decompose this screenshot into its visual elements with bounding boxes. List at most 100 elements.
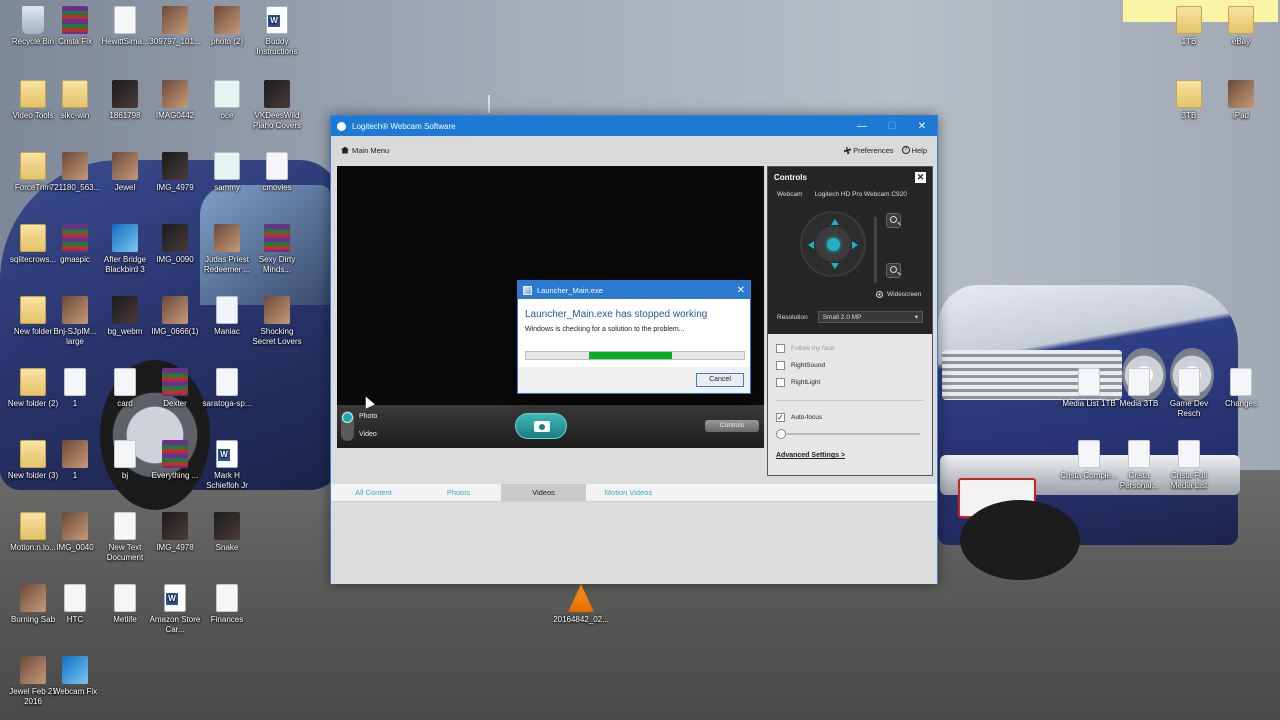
doc-icon <box>1178 440 1200 468</box>
tab-motion-videos[interactable]: Motion Videos <box>586 484 671 501</box>
dialog-title: Launcher_Main.exe <box>537 285 603 295</box>
tab-videos[interactable]: Videos <box>501 484 586 501</box>
pan-tilt-pad[interactable] <box>800 211 866 277</box>
zoom-in-button[interactable] <box>886 213 901 228</box>
desktop-icon[interactable]: Amazon Store Car... <box>146 584 204 635</box>
desktop-icon[interactable]: Buddy Instructions <box>248 6 306 57</box>
doc-icon <box>64 584 86 612</box>
desktop-icon[interactable]: IMG_4978 <box>146 512 204 553</box>
wallpaper-pole <box>488 95 490 113</box>
option-row[interactable]: RightLight <box>776 374 924 391</box>
zoom-out-icon <box>890 266 897 273</box>
autofocus-option[interactable]: ✓ Auto-focus <box>776 409 924 426</box>
preferences-button[interactable]: Preferences <box>844 146 894 155</box>
resolution-select[interactable]: Small 2.0 MP ▾ <box>817 311 923 323</box>
desktop-icon[interactable]: Webcam Fix <box>46 656 104 697</box>
dark-icon <box>112 80 138 108</box>
desktop-icon[interactable]: cmovies <box>248 152 306 193</box>
zoom-slider[interactable] <box>874 217 877 283</box>
option-row[interactable]: Follow my face <box>776 340 924 357</box>
folder-icon <box>1228 6 1254 34</box>
menu-bar: Main Menu Preferences ? Help <box>331 136 937 164</box>
desktop-icon[interactable]: IMAG0442 <box>146 80 204 121</box>
controls-button[interactable]: Controls <box>705 420 759 432</box>
tilt-down-icon[interactable] <box>831 263 839 269</box>
controls-close-button[interactable]: ✕ <box>915 171 926 183</box>
gallery-area <box>331 502 937 584</box>
widescreen-radio[interactable] <box>876 291 883 298</box>
folder-icon <box>20 512 46 540</box>
advanced-settings-link[interactable]: Advanced Settings > <box>776 452 924 459</box>
focus-slider-thumb[interactable] <box>776 429 786 439</box>
zoom-out-button[interactable] <box>886 263 901 278</box>
option-checkbox[interactable] <box>776 361 785 370</box>
capture-button[interactable] <box>515 413 567 439</box>
desktop-icon[interactable]: 1TB <box>1160 6 1218 47</box>
desktop-icon[interactable]: iPad <box>1212 80 1270 121</box>
desktop-icon-label: Crista Full Media List <box>1170 471 1208 490</box>
option-checkbox[interactable] <box>776 344 785 353</box>
doc-icon <box>114 368 136 396</box>
desktop-icon[interactable]: 309797_101... <box>146 6 204 47</box>
desktop-icon[interactable]: Shocking Secret Lovers <box>248 296 306 347</box>
dialog-titlebar[interactable]: Launcher_Main.exe ✕ <box>518 281 750 299</box>
option-checkbox[interactable] <box>776 378 785 387</box>
desktop-icon[interactable]: IMG_0666(1) <box>146 296 204 337</box>
doc-icon <box>216 584 238 612</box>
desktop-icon[interactable]: Everything ... <box>146 440 204 481</box>
desktop-icon-label: 309797_101... <box>149 37 201 46</box>
folder-icon <box>20 296 46 324</box>
cancel-button[interactable]: Cancel <box>696 373 744 387</box>
folder-icon <box>20 152 46 180</box>
wallpaper-wheel-right <box>960 500 1080 580</box>
desktop-icon-label: Webcam Fix <box>52 687 98 696</box>
doc-icon <box>114 512 136 540</box>
widescreen-option[interactable]: Widescreen <box>876 291 921 298</box>
webcam-select[interactable]: Logitech HD Pro Webcam C920 <box>815 191 907 198</box>
desktop-icon[interactable]: VKDeesWild Piano Covers <box>248 80 306 131</box>
desktop-icon-label: cmovies <box>262 183 292 192</box>
desktop-icon[interactable]: 20164842_02... <box>552 584 610 625</box>
mode-video-label[interactable]: Video <box>359 431 377 438</box>
minimize-button[interactable]: — <box>847 121 877 132</box>
desktop-icon-label: Everything ... <box>151 471 199 480</box>
tab-photos[interactable]: Photos <box>416 484 501 501</box>
toggle-knob <box>342 412 353 423</box>
dialog-close-button[interactable]: ✕ <box>737 285 745 296</box>
desktop-icon-label: Buddy Instructions <box>256 37 298 56</box>
help-button[interactable]: ? Help <box>901 146 927 155</box>
desktop-icon[interactable]: IMG_0090 <box>146 224 204 265</box>
divider <box>776 400 924 401</box>
doc-icon <box>114 440 136 468</box>
pan-tilt-reset-button[interactable] <box>827 238 840 251</box>
desktop-icon[interactable]: Crista Full Media List <box>1160 440 1218 491</box>
desktop-icon[interactable]: Snake <box>198 512 256 553</box>
pan-right-icon[interactable] <box>852 241 858 249</box>
desktop-icon[interactable]: Sexy Dirty Minds... <box>248 224 306 275</box>
mode-photo-label[interactable]: Photo <box>359 413 377 420</box>
dark-icon <box>112 296 138 324</box>
desktop-icon[interactable]: IMG_4979 <box>146 152 204 193</box>
desktop-icon[interactable]: eBay <box>1212 6 1270 47</box>
main-menu-button[interactable]: Main Menu <box>341 146 389 155</box>
maximize-button[interactable]: ☐ <box>877 121 907 132</box>
focus-slider[interactable] <box>776 428 924 446</box>
desktop-icon[interactable]: Changes <box>1212 368 1270 409</box>
desktop-icon[interactable]: Game Dev Resch <box>1160 368 1218 419</box>
desktop-icon[interactable]: saratoga-sp... <box>198 368 256 409</box>
close-button[interactable]: ✕ <box>907 121 937 132</box>
tab-all-content[interactable]: All Content <box>331 484 416 501</box>
window-titlebar[interactable]: Logitech® Webcam Software — ☐ ✕ <box>331 116 937 136</box>
mp3-icon <box>216 296 238 324</box>
option-row[interactable]: RightSound <box>776 357 924 374</box>
photo-video-toggle[interactable] <box>341 411 354 441</box>
desktop-icon[interactable]: Mark H Schiefloh Jr <box>198 440 256 491</box>
word-icon <box>164 584 186 612</box>
autofocus-checkbox[interactable]: ✓ <box>776 413 785 422</box>
desktop-icon[interactable]: Dexter <box>146 368 204 409</box>
doc-icon <box>1128 440 1150 468</box>
desktop-icon[interactable]: 3TB <box>1160 80 1218 121</box>
desktop-icon[interactable]: Finances <box>198 584 256 625</box>
pan-left-icon[interactable] <box>808 241 814 249</box>
tilt-up-icon[interactable] <box>831 219 839 225</box>
